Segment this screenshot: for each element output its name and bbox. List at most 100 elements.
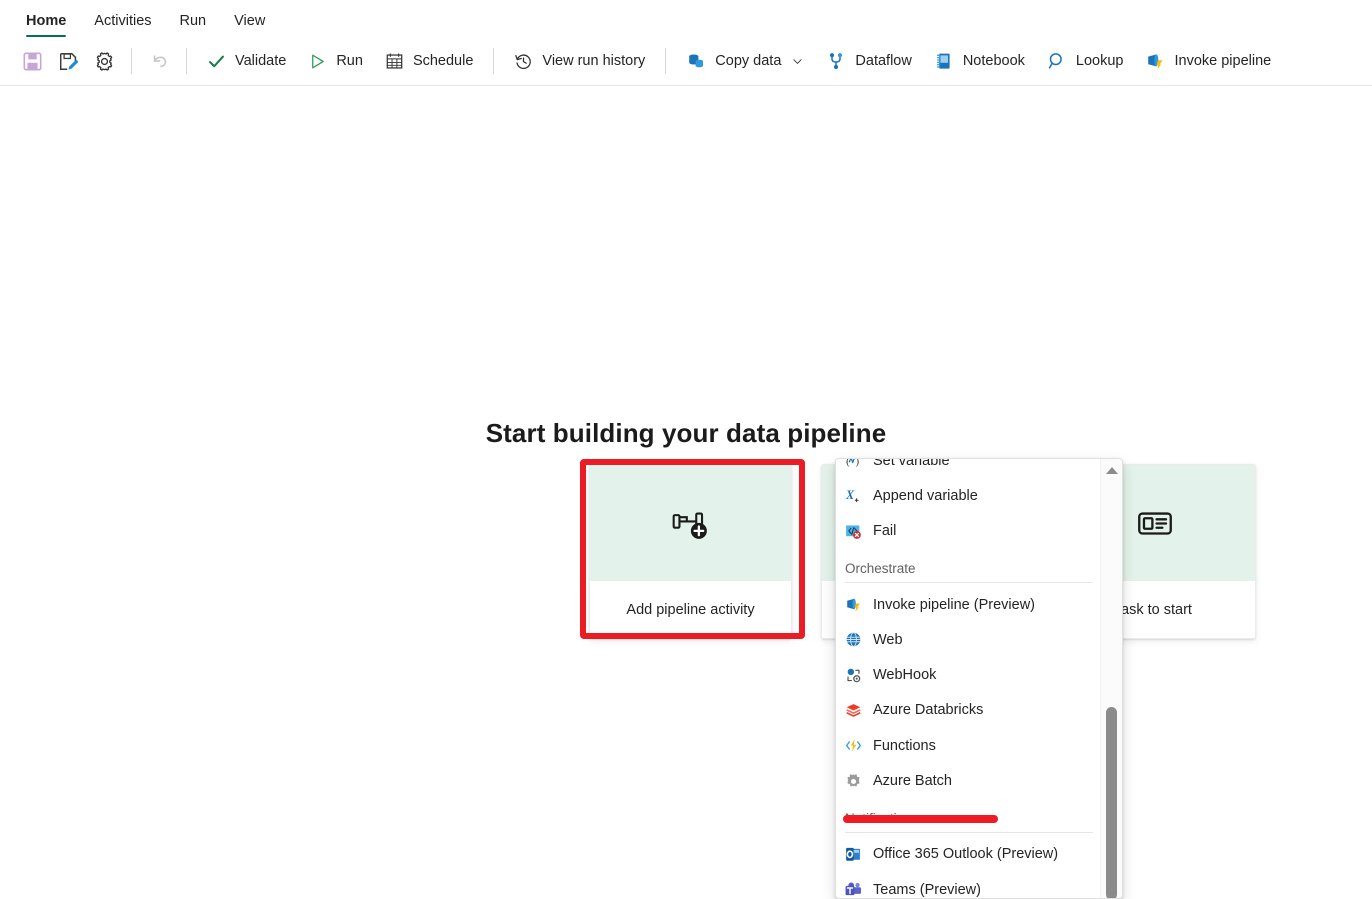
- view-run-history-button[interactable]: View run history: [503, 44, 656, 78]
- menu-item-web[interactable]: Web: [836, 622, 1102, 657]
- gear-icon: [94, 51, 115, 72]
- teams-icon: [845, 881, 862, 898]
- magnifier-icon: [1047, 51, 1067, 71]
- add-pipeline-activity-card[interactable]: Add pipeline activity: [589, 464, 792, 639]
- chevron-down-icon[interactable]: [791, 55, 804, 68]
- notebook-button[interactable]: Notebook: [923, 44, 1036, 78]
- web-globe-icon: [845, 631, 862, 648]
- outlook-icon: [845, 846, 862, 863]
- settings-button[interactable]: [86, 44, 122, 78]
- invoke-pipeline-icon: [845, 596, 862, 613]
- azure-databricks-icon: [845, 702, 862, 719]
- fail-icon: [845, 523, 862, 540]
- template-card-icon: [1134, 502, 1176, 544]
- menu-item-append-variable[interactable]: X Append variable: [836, 478, 1102, 513]
- menu-item-label: WebHook: [873, 667, 937, 684]
- menu-divider-notifications: [845, 831, 1093, 833]
- invoke-pipeline-button[interactable]: Invoke pipeline: [1134, 44, 1282, 78]
- toolbar: Validate Run Schedule View run history C…: [0, 37, 1372, 86]
- menu-item-label: Set variable: [873, 459, 950, 469]
- checkmark-icon: [207, 52, 226, 71]
- save-button[interactable]: [14, 44, 50, 78]
- validate-label: Validate: [235, 53, 287, 69]
- toolbar-divider-1: [131, 48, 132, 74]
- menu-item-teams[interactable]: Teams (Preview): [836, 872, 1102, 898]
- activities-flyout-menu[interactable]: ( ) Set variable X Append variable Fail …: [835, 458, 1123, 899]
- append-variable-icon: X: [845, 487, 862, 504]
- menu-group-orchestrate: Orchestrate: [845, 560, 916, 576]
- save-as-icon: [58, 51, 79, 72]
- card-art: [590, 465, 791, 581]
- ribbon-tab-bar: Home Activities Run View: [0, 0, 1372, 37]
- dataflow-branch-icon: [826, 51, 846, 71]
- menu-item-office-365-outlook[interactable]: Office 365 Outlook (Preview): [836, 837, 1102, 872]
- menu-item-invoke-pipeline[interactable]: Invoke pipeline (Preview): [836, 587, 1102, 622]
- undo-icon: [149, 51, 170, 72]
- play-icon: [308, 52, 327, 71]
- flyout-scroll-area[interactable]: ( ) Set variable X Append variable Fail …: [836, 459, 1102, 898]
- invoke-pipeline-icon: [1145, 51, 1165, 71]
- webhook-icon: [845, 667, 862, 684]
- menu-item-label: Functions: [873, 737, 936, 754]
- tab-activities-label: Activities: [94, 13, 152, 29]
- view-run-history-label: View run history: [542, 53, 646, 69]
- menu-item-set-variable[interactable]: ( ) Set variable: [836, 459, 1102, 478]
- menu-divider-orchestrate: [845, 581, 1093, 583]
- pipeline-canvas[interactable]: Start building your data pipeline Add pi…: [0, 86, 1372, 899]
- scroll-up-arrow-icon[interactable]: [1106, 467, 1118, 474]
- add-pipeline-activity-icon: [670, 502, 712, 544]
- copy-data-label: Copy data: [715, 53, 782, 69]
- menu-item-azure-databricks[interactable]: Azure Databricks: [836, 693, 1102, 728]
- schedule-button[interactable]: Schedule: [374, 44, 484, 78]
- save-as-button[interactable]: [50, 44, 86, 78]
- svg-text:): ): [856, 459, 859, 467]
- history-clock-icon: [514, 52, 533, 71]
- copy-data-button[interactable]: Copy data: [675, 44, 815, 78]
- run-button[interactable]: Run: [297, 44, 374, 78]
- menu-item-label: Web: [873, 631, 903, 648]
- menu-item-label: Azure Databricks: [873, 702, 984, 719]
- svg-text:X: X: [845, 488, 855, 502]
- tab-run-label: Run: [179, 13, 207, 29]
- dataflow-label: Dataflow: [855, 53, 912, 69]
- toolbar-divider-2: [186, 48, 187, 74]
- tab-run[interactable]: Run: [166, 13, 221, 37]
- menu-item-fail[interactable]: Fail: [836, 514, 1102, 549]
- notebook-label: Notebook: [962, 53, 1025, 69]
- menu-item-label: Invoke pipeline (Preview): [873, 596, 1035, 613]
- run-label: Run: [336, 53, 363, 69]
- page-title: Start building your data pipeline: [485, 418, 887, 448]
- tab-home-label: Home: [26, 13, 67, 29]
- menu-group-notifications: Notifications: [845, 810, 919, 826]
- set-variable-icon: ( ): [845, 459, 862, 469]
- menu-item-azure-batch[interactable]: Azure Batch: [836, 763, 1102, 798]
- tab-activities[interactable]: Activities: [80, 13, 165, 37]
- database-copy-icon: [686, 51, 706, 71]
- toolbar-divider-3: [493, 48, 495, 74]
- toolbar-divider-4: [665, 48, 667, 74]
- undo-button[interactable]: [141, 44, 177, 78]
- menu-item-label: Office 365 Outlook (Preview): [873, 846, 1059, 863]
- save-icon: [22, 51, 43, 72]
- calendar-icon: [385, 52, 404, 71]
- add-pipeline-activity-label: Add pipeline activity: [590, 581, 791, 638]
- scrollbar-thumb[interactable]: [1106, 707, 1117, 898]
- lookup-button[interactable]: Lookup: [1036, 44, 1135, 78]
- notebook-icon: [934, 51, 954, 71]
- flyout-scrollbar[interactable]: [1100, 459, 1122, 898]
- menu-item-functions[interactable]: Functions: [836, 728, 1102, 763]
- dataflow-button[interactable]: Dataflow: [815, 44, 922, 78]
- menu-item-label: Append variable: [873, 487, 978, 504]
- validate-button[interactable]: Validate: [196, 44, 297, 78]
- invoke-pipeline-label: Invoke pipeline: [1174, 53, 1272, 69]
- azure-functions-icon: [845, 737, 862, 754]
- tab-view-label: View: [234, 13, 266, 29]
- lookup-label: Lookup: [1075, 53, 1124, 69]
- schedule-label: Schedule: [412, 53, 474, 69]
- menu-item-label: Azure Batch: [873, 773, 952, 790]
- tab-home[interactable]: Home: [12, 13, 80, 37]
- tab-view[interactable]: View: [220, 13, 279, 37]
- flyout-items: ( ) Set variable X Append variable Fail …: [836, 459, 1102, 898]
- azure-batch-icon: [845, 773, 862, 790]
- menu-item-webhook[interactable]: WebHook: [836, 657, 1102, 692]
